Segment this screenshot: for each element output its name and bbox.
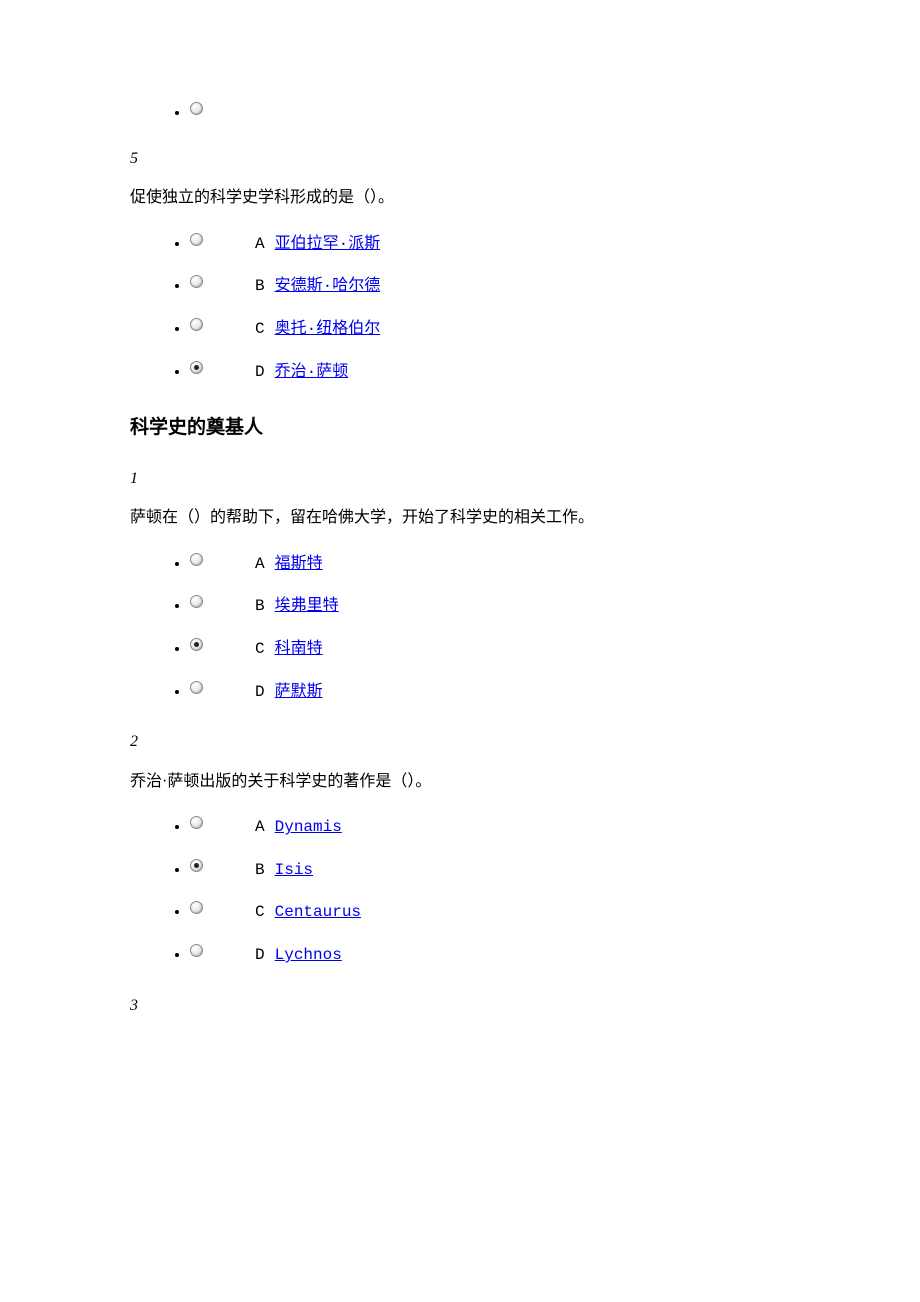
option-link[interactable]: Dynamis [275,818,342,836]
option-link[interactable]: 福斯特 [275,555,323,573]
question-options: A Dynamis B Isis C Centaurus D Lychnos [170,814,790,968]
option-item: D 乔治·萨顿 [190,359,790,386]
question-number: 2 [130,729,790,755]
radio-icon[interactable] [190,102,203,115]
option-item: C 科南特 [190,636,790,663]
option-item: A 福斯特 [190,551,790,578]
option-letter: C [255,903,265,921]
option-letter: D [255,683,265,701]
option-link[interactable]: 奥托·纽格伯尔 [275,320,381,338]
option-link[interactable]: 萨默斯 [275,683,323,701]
option-item: B Isis [190,857,790,884]
option-link[interactable]: Isis [275,861,313,879]
question-number: 3 [130,993,790,1019]
option-item: A 亚伯拉罕·派斯 [190,231,790,258]
option-letter: C [255,640,265,658]
radio-icon[interactable] [190,595,203,608]
orphan-option-item [190,100,790,126]
option-link[interactable]: 安德斯·哈尔德 [275,277,381,295]
option-letter: B [255,861,265,879]
section-heading: 科学史的奠基人 [130,413,790,443]
radio-icon[interactable] [190,816,203,829]
radio-icon[interactable] [190,233,203,246]
question-text: 萨顿在（）的帮助下，留在哈佛大学，开始了科学史的相关工作。 [130,505,790,531]
option-item: D 萨默斯 [190,679,790,706]
orphan-option-list [170,100,790,126]
radio-icon[interactable] [190,318,203,331]
option-link[interactable]: 乔治·萨顿 [275,363,349,381]
question-number: 1 [130,466,790,492]
option-letter: C [255,320,265,338]
option-item: C 奥托·纽格伯尔 [190,316,790,343]
radio-icon[interactable] [190,944,203,957]
question-number: 5 [130,146,790,172]
option-letter: A [255,555,265,573]
option-item: B 埃弗里特 [190,593,790,620]
question-text: 促使独立的科学史学科形成的是（）。 [130,185,790,211]
option-link[interactable]: Lychnos [275,946,342,964]
option-letter: D [255,946,265,964]
radio-icon[interactable] [190,859,203,872]
question-options: A 福斯特 B 埃弗里特 C 科南特 D 萨默斯 [170,551,790,705]
question-text: 乔治·萨顿出版的关于科学史的著作是（）。 [130,769,790,795]
option-item: C Centaurus [190,899,790,926]
radio-icon[interactable] [190,638,203,651]
option-letter: A [255,235,265,253]
option-link[interactable]: 科南特 [275,640,323,658]
option-link[interactable]: 亚伯拉罕·派斯 [275,235,381,253]
option-item: B 安德斯·哈尔德 [190,273,790,300]
option-letter: B [255,277,265,295]
radio-icon[interactable] [190,275,203,288]
option-letter: B [255,597,265,615]
option-link[interactable]: 埃弗里特 [275,597,339,615]
option-letter: A [255,818,265,836]
option-item: A Dynamis [190,814,790,841]
radio-icon[interactable] [190,361,203,374]
option-letter: D [255,363,265,381]
option-item: D Lychnos [190,942,790,969]
option-link[interactable]: Centaurus [275,903,361,921]
question-options: A 亚伯拉罕·派斯 B 安德斯·哈尔德 C 奥托·纽格伯尔 D 乔治·萨顿 [170,231,790,385]
radio-icon[interactable] [190,901,203,914]
radio-icon[interactable] [190,553,203,566]
radio-icon[interactable] [190,681,203,694]
